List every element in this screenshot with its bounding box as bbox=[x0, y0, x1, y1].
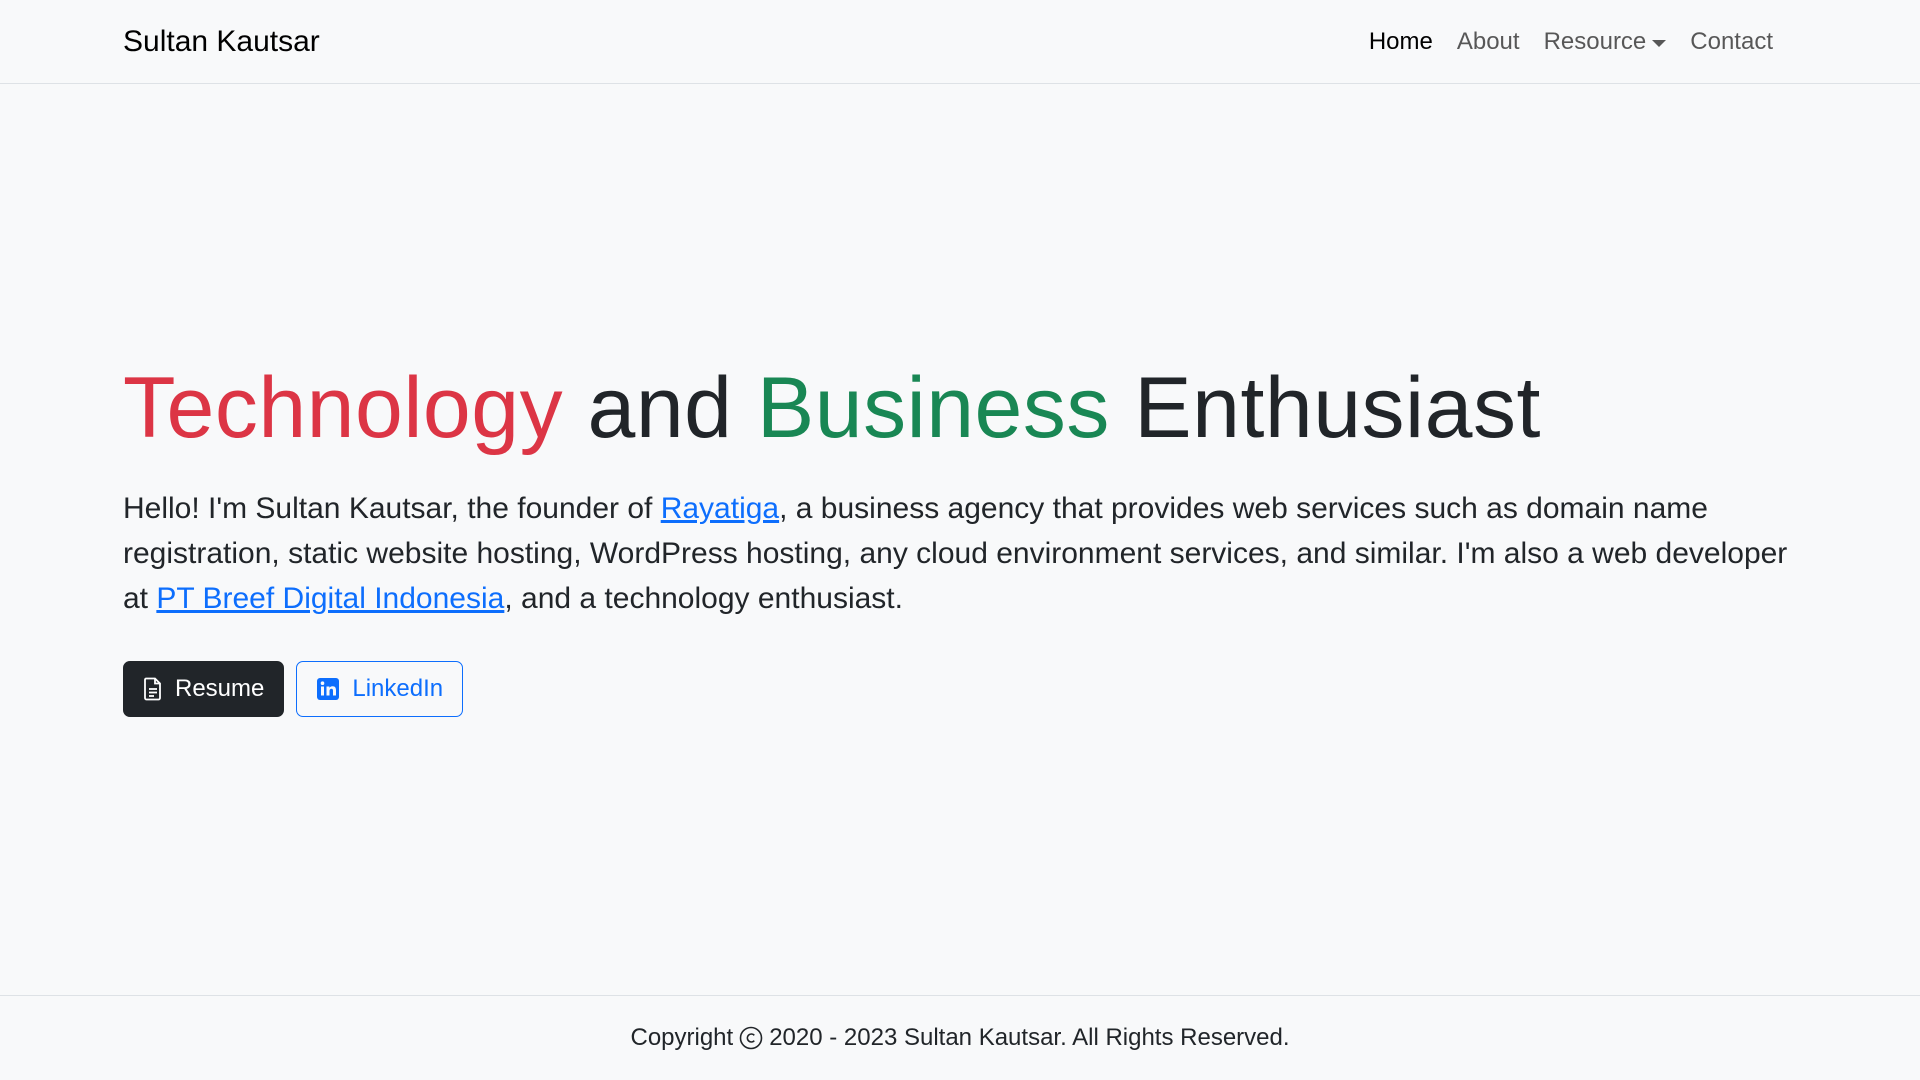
nav-resource-dropdown[interactable]: Resource bbox=[1532, 22, 1679, 62]
caret-down-icon bbox=[1652, 39, 1667, 47]
linkedin-icon bbox=[316, 677, 340, 701]
nav-about[interactable]: About bbox=[1445, 22, 1532, 62]
intro-paragraph: Hello! I'm Sultan Kautsar, the founder o… bbox=[123, 486, 1803, 621]
headline-word-enthusiast: Enthusiast bbox=[1134, 360, 1541, 456]
copyright-text: Copyright 2020 - 2023 Sultan Kautsar. Al… bbox=[630, 1024, 1289, 1052]
hero-section: Technology and Business Enthusiast Hello… bbox=[123, 356, 1803, 717]
page: Sultan Kautsar Home About Resource Conta… bbox=[0, 0, 1920, 1080]
main-nav: Home About Resource Contact bbox=[1357, 22, 1785, 62]
page-title: Technology and Business Enthusiast bbox=[123, 356, 1803, 460]
breef-digital-link[interactable]: PT Breef Digital Indonesia bbox=[156, 582, 504, 615]
copyright-years: 2020 - 2023 Sultan Kautsar. All Rights R… bbox=[769, 1024, 1290, 1051]
navbar: Sultan Kautsar Home About Resource Conta… bbox=[0, 0, 1920, 84]
footer: Copyright 2020 - 2023 Sultan Kautsar. Al… bbox=[0, 995, 1920, 1080]
rayatiga-link[interactable]: Rayatiga bbox=[661, 492, 779, 525]
nav-home[interactable]: Home bbox=[1357, 22, 1445, 62]
headline-word-and: and bbox=[587, 360, 733, 456]
copyright-icon bbox=[739, 1026, 763, 1050]
brand-link[interactable]: Sultan Kautsar bbox=[123, 22, 320, 62]
resume-button[interactable]: Resume bbox=[123, 661, 285, 717]
copyright-word: Copyright bbox=[630, 1024, 734, 1051]
headline-word-business: Business bbox=[756, 360, 1110, 456]
hero-buttons: Resume LinkedIn bbox=[123, 661, 1803, 717]
nav-resource-label: Resource bbox=[1543, 28, 1647, 55]
headline-word-technology: Technology bbox=[123, 360, 564, 456]
linkedin-button[interactable]: LinkedIn bbox=[296, 661, 464, 717]
intro-text-1: Hello! I'm Sultan Kautsar, the founder o… bbox=[123, 492, 661, 525]
resume-button-label: Resume bbox=[175, 675, 265, 702]
linkedin-button-label: LinkedIn bbox=[352, 675, 444, 702]
intro-text-3: , and a technology enthusiast. bbox=[504, 582, 903, 615]
file-text-icon bbox=[143, 677, 163, 701]
nav-contact[interactable]: Contact bbox=[1678, 22, 1785, 62]
